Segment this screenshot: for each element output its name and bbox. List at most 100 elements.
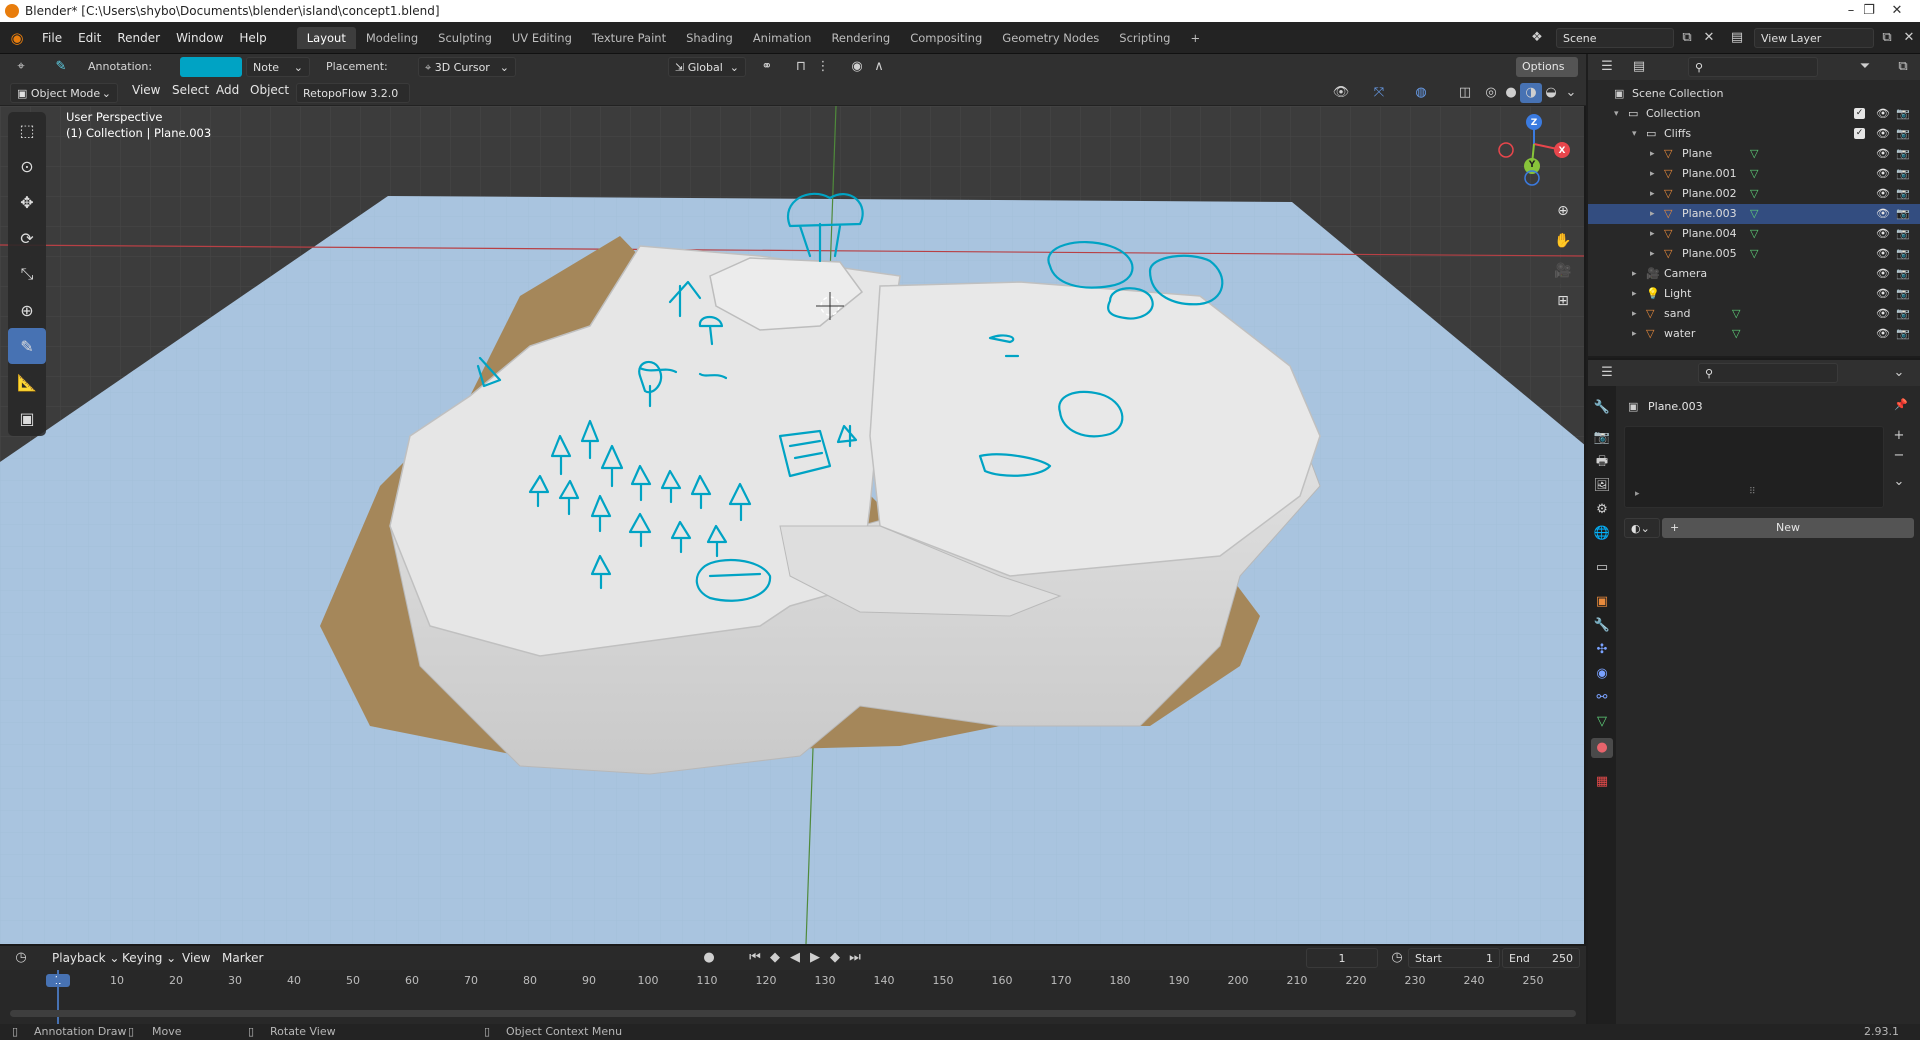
record-keyframe-icon[interactable]: ● [698, 948, 720, 968]
expand-arrow-icon[interactable]: ▸ [1650, 184, 1655, 204]
pin-icon[interactable]: 📌 [1894, 398, 1908, 411]
overlay-icon[interactable]: ◍ [1410, 83, 1432, 103]
browse-material-dropdown[interactable]: ◐⌄ [1624, 518, 1660, 538]
snap-target-icon[interactable]: ⋮ [812, 57, 834, 77]
outliner-row-plane[interactable]: ▸ ▽ Plane ▽ 👁 📷 [1588, 144, 1920, 164]
modifier-properties-icon[interactable]: 🔧 [1591, 616, 1613, 636]
tab-modeling[interactable]: Modeling [356, 27, 428, 49]
outliner-editor-type-icon[interactable]: ☰ [1596, 57, 1618, 77]
jump-start-icon[interactable]: ⏮ [744, 948, 766, 968]
visibility-eye-icon[interactable]: 👁 [1876, 244, 1890, 264]
new-collection-icon[interactable]: ⧉ [1892, 57, 1914, 77]
tab-compositing[interactable]: Compositing [900, 27, 992, 49]
render-camera-icon[interactable]: 📷 [1896, 304, 1910, 324]
add-cube-tool-icon[interactable]: ▣ [8, 400, 46, 436]
menu-window[interactable]: Window [168, 22, 231, 54]
timeline-track-area[interactable]: 1102030405060708090100110120130140150160… [0, 970, 1586, 1026]
mesh-data-icon[interactable]: ▽ [1750, 144, 1758, 164]
expand-arrow-icon[interactable]: ▾ [1614, 104, 1619, 124]
expand-arrow-icon[interactable]: ▸ [1632, 324, 1637, 344]
visibility-eye-icon[interactable]: 👁 [1876, 204, 1890, 224]
playhead-line[interactable] [57, 970, 59, 1026]
annotation-layer-dropdown[interactable]: Note ⌄ [246, 57, 310, 77]
annotate-tool-icon[interactable]: ✎ [8, 328, 46, 364]
outliner-row-cliffs[interactable]: ▾ ▭ Cliffs ✓ 👁 📷 [1588, 124, 1920, 144]
tab-texture-paint[interactable]: Texture Paint [582, 27, 676, 49]
mesh-data-icon[interactable]: ▽ [1732, 304, 1740, 324]
gizmo-icon[interactable]: ⤧ [1368, 83, 1390, 103]
shading-options-icon[interactable]: ⌄ [1560, 83, 1582, 103]
mesh-data-icon[interactable]: ▽ [1750, 184, 1758, 204]
exclude-checkbox[interactable]: ✓ [1854, 108, 1865, 119]
editor-type-icon[interactable]: ⌖ [10, 57, 32, 77]
outliner-row-camera[interactable]: ▸ 🎥 Camera 👁 📷 [1588, 264, 1920, 284]
mesh-data-icon[interactable]: ▽ [1750, 164, 1758, 184]
view-layer-browse-icon[interactable]: ▤ [1726, 28, 1748, 48]
visibility-icon[interactable]: 👁 [1330, 83, 1352, 103]
visibility-eye-icon[interactable]: 👁 [1876, 224, 1890, 244]
mesh-data-icon[interactable]: ▽ [1750, 244, 1758, 264]
end-frame-field[interactable]: End 250 [1502, 948, 1580, 968]
visibility-eye-icon[interactable]: 👁 [1876, 104, 1890, 124]
material-specials-icon[interactable]: ⌄ [1888, 472, 1910, 492]
data-properties-icon[interactable]: ▽ [1591, 712, 1613, 732]
remove-material-slot-icon[interactable]: − [1888, 446, 1910, 466]
outliner-row-plane-001[interactable]: ▸ ▽ Plane.001 ▽ 👁 📷 [1588, 164, 1920, 184]
properties-search-input[interactable]: ⚲ [1698, 363, 1838, 383]
transform-tool-icon[interactable]: ⊕ [8, 292, 46, 328]
expand-arrow-icon[interactable]: ▸ [1650, 204, 1655, 224]
outliner-search-input[interactable]: ⚲ [1688, 57, 1818, 77]
select-box-tool-icon[interactable]: ⬚ [8, 112, 46, 148]
tab-shading[interactable]: Shading [676, 27, 743, 49]
new-scene-icon[interactable]: ⧉ [1676, 28, 1698, 48]
jump-end-icon[interactable]: ⏭ [844, 948, 866, 968]
cursor-tool-icon[interactable]: ⊙ [8, 148, 46, 184]
tab-geometry-nodes[interactable]: Geometry Nodes [992, 27, 1109, 49]
rendered-shading-icon[interactable]: ◒ [1540, 83, 1562, 103]
outliner-row-plane-003[interactable]: ▸ ▽ Plane.003 ▽ 👁 📷 [1588, 204, 1920, 224]
timeline-editor-type-icon[interactable]: ◷ [10, 948, 32, 968]
list-expand-icon[interactable]: ▸ [1635, 489, 1640, 499]
render-camera-icon[interactable]: 📷 [1896, 184, 1910, 204]
texture-properties-icon[interactable]: ▦ [1591, 772, 1613, 792]
jump-keyframe-back-icon[interactable]: ◆ [764, 948, 786, 968]
scene-field[interactable]: Scene [1556, 28, 1674, 48]
menu-help[interactable]: Help [231, 22, 274, 54]
display-mode-icon[interactable]: ▤ [1628, 57, 1650, 77]
new-material-button[interactable]: + New [1662, 518, 1914, 538]
constraint-properties-icon[interactable]: ⚯ [1591, 688, 1613, 708]
add-workspace-button[interactable]: + [1180, 27, 1210, 49]
material-shading-icon[interactable]: ◑ [1520, 83, 1542, 103]
zoom-icon[interactable]: ⊕ [1550, 198, 1576, 224]
outliner-row-plane-004[interactable]: ▸ ▽ Plane.004 ▽ 👁 📷 [1588, 224, 1920, 244]
render-camera-icon[interactable]: 📷 [1896, 204, 1910, 224]
outliner-row-plane-002[interactable]: ▸ ▽ Plane.002 ▽ 👁 📷 [1588, 184, 1920, 204]
world-properties-icon[interactable]: 🌐 [1591, 524, 1613, 544]
measure-tool-icon[interactable]: 📐 [8, 364, 46, 400]
scene-properties-icon[interactable]: ⚙ [1591, 500, 1613, 520]
scene-browse-icon[interactable]: ❖ [1526, 28, 1548, 48]
view-layer-properties-icon[interactable]: 🖼 [1591, 476, 1613, 496]
expand-arrow-icon[interactable]: ▸ [1632, 284, 1637, 304]
outliner-row-collection[interactable]: ▾ ▭ Collection ✓ 👁 📷 [1588, 104, 1920, 124]
render-camera-icon[interactable]: 📷 [1896, 264, 1910, 284]
delete-view-layer-icon[interactable]: ✕ [1898, 28, 1920, 48]
physics-properties-icon[interactable]: ◉ [1591, 664, 1613, 684]
visibility-eye-icon[interactable]: 👁 [1876, 304, 1890, 324]
jump-keyframe-forward-icon[interactable]: ◆ [824, 948, 846, 968]
outliner-row-scene-collection[interactable]: ▣ Scene Collection [1588, 84, 1920, 104]
move-tool-icon[interactable]: ✥ [8, 184, 46, 220]
preview-range-icon[interactable]: ◷ [1386, 948, 1408, 968]
expand-arrow-icon[interactable]: ▸ [1650, 164, 1655, 184]
render-properties-icon[interactable]: 📷 [1591, 428, 1613, 448]
render-camera-icon[interactable]: 📷 [1896, 284, 1910, 304]
retopoflow-menu[interactable]: RetopoFlow 3.2.0⌄ [296, 83, 410, 120]
object-mode-dropdown[interactable]: ▣ Object Mode ⌄ [10, 83, 118, 103]
transform-orientation-dropdown[interactable]: ⇲ Global ⌄ [668, 57, 746, 77]
outliner-row-sand[interactable]: ▸ ▽ sand ▽ 👁 📷 [1588, 304, 1920, 324]
collection-properties-icon[interactable]: ▭ [1591, 558, 1613, 578]
menu-edit[interactable]: Edit [70, 22, 109, 54]
visibility-eye-icon[interactable]: 👁 [1876, 264, 1890, 284]
menu-view[interactable]: View [124, 77, 168, 103]
close-window-button[interactable]: ✕ [1874, 0, 1920, 22]
